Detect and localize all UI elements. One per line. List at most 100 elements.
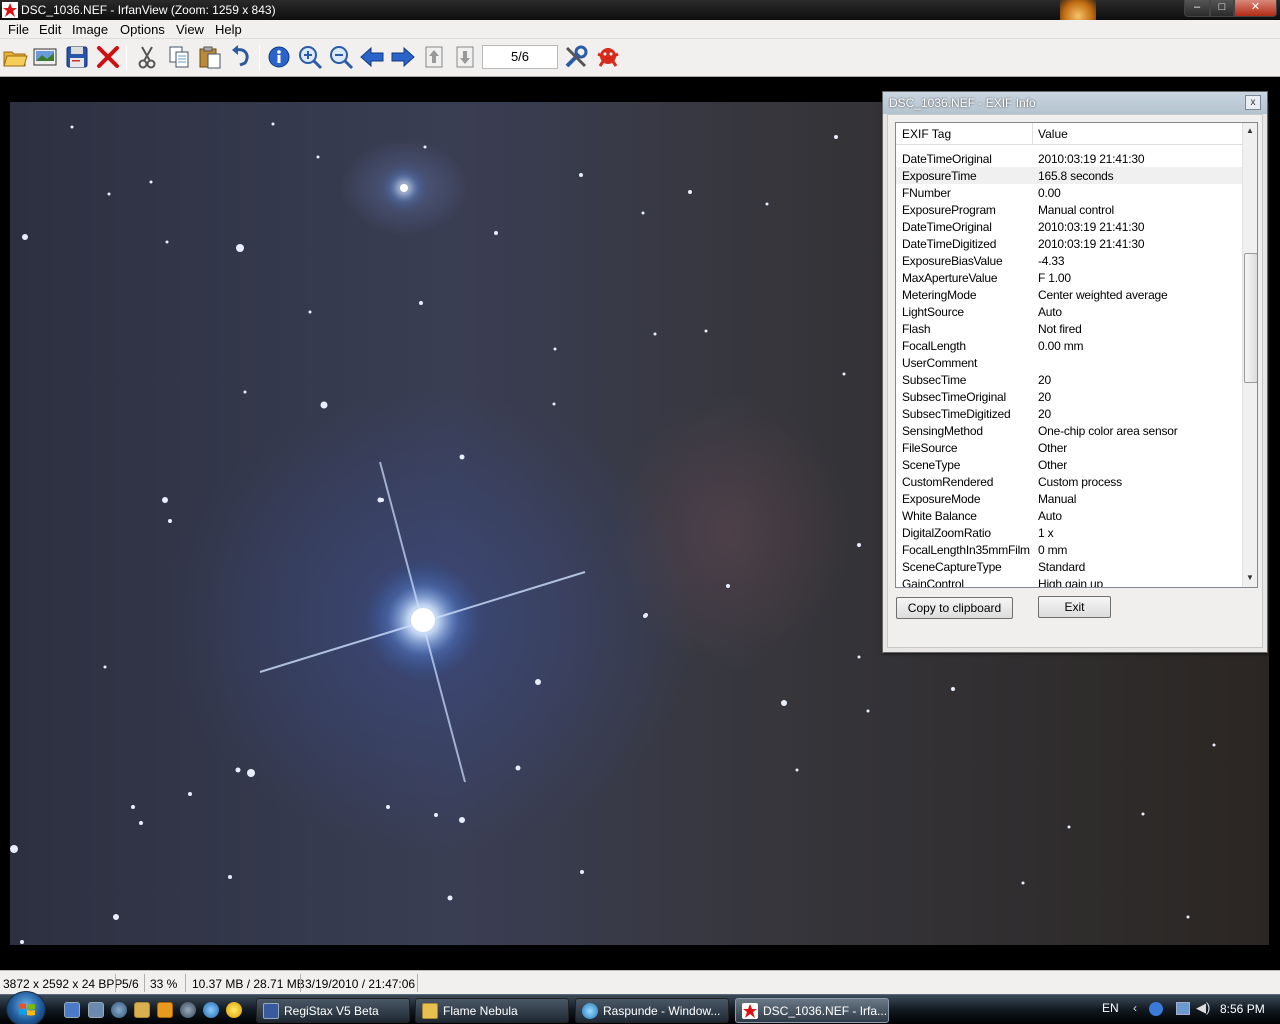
info-icon[interactable] — [266, 44, 292, 70]
quicklaunch-app-icon[interactable] — [180, 1002, 196, 1018]
show-desktop-icon[interactable] — [64, 1002, 80, 1018]
tray-expand-icon[interactable]: ‹ — [1133, 1001, 1137, 1015]
network-icon[interactable] — [1176, 1002, 1190, 1015]
clock[interactable]: 8:56 PM — [1220, 1002, 1265, 1016]
exif-row[interactable]: SceneCaptureType Standard — [896, 558, 1242, 575]
page-indicator-field[interactable]: 5/6 — [482, 45, 558, 69]
messenger-icon[interactable] — [226, 1002, 242, 1018]
exif-row[interactable]: DateTimeDigitized 2010:03:19 21:41:30 — [896, 235, 1242, 252]
scroll-down-icon[interactable]: ▼ — [1246, 573, 1254, 582]
task-label: DSC_1036.NEF - Irfa... — [763, 1004, 888, 1018]
exif-tag-cell: SceneCaptureType — [902, 560, 1002, 574]
exif-row[interactable]: GainControl High gain up — [896, 575, 1242, 587]
media-player-icon[interactable] — [157, 1002, 173, 1018]
taskbar-task-irfanview[interactable]: DSC_1036.NEF - Irfa... — [735, 998, 889, 1023]
mail-icon[interactable] — [134, 1002, 150, 1018]
exif-row[interactable]: FocalLengthIn35mmFilm 0 mm — [896, 541, 1242, 558]
exif-row[interactable]: White Balance Auto — [896, 507, 1242, 524]
paste-icon[interactable] — [197, 44, 223, 70]
scrollbar-thumb[interactable] — [1244, 253, 1257, 383]
exif-row[interactable]: UserComment — [896, 354, 1242, 371]
start-button[interactable] — [6, 991, 46, 1024]
exif-row[interactable]: MaxApertureValue F 1.00 — [896, 269, 1242, 286]
scroll-up-icon[interactable]: ▲ — [1246, 126, 1254, 135]
exif-row[interactable]: ExposureProgram Manual control — [896, 201, 1242, 218]
window-title: DSC_1036.NEF - IrfanView (Zoom: 1259 x 8… — [21, 3, 276, 17]
exif-row[interactable]: SensingMethod One-chip color area sensor — [896, 422, 1242, 439]
exit-button[interactable]: Exit — [1038, 596, 1111, 618]
exif-value-cell: Center weighted average — [1038, 288, 1168, 302]
language-indicator[interactable]: EN — [1102, 1001, 1119, 1024]
zoom-in-icon[interactable] — [297, 44, 323, 70]
zoom-out-icon[interactable] — [328, 44, 354, 70]
exif-tag-cell: UserComment — [902, 356, 978, 370]
cut-icon[interactable] — [134, 44, 160, 70]
tray-app-icon[interactable] — [1149, 1002, 1163, 1016]
minimize-button[interactable]: – — [1184, 0, 1210, 17]
exif-row[interactable]: SubsecTimeOriginal 20 — [896, 388, 1242, 405]
exif-tag-cell: FocalLength — [902, 339, 966, 353]
dialog-close-button[interactable]: x — [1245, 95, 1261, 110]
copy-icon[interactable] — [166, 44, 192, 70]
taskbar-task-flame-nebula[interactable]: Flame Nebula — [415, 998, 569, 1023]
registax-icon — [263, 1003, 279, 1019]
taskbar-task-raspunde[interactable]: Raspunde - Window... — [575, 998, 729, 1023]
exif-row[interactable]: FNumber 0.00 — [896, 184, 1242, 201]
internet-explorer-icon[interactable] — [203, 1002, 219, 1018]
thumbnails-icon[interactable] — [32, 44, 58, 70]
exif-row[interactable]: DigitalZoomRatio 1 x — [896, 524, 1242, 541]
menu-bar: File Edit Image Options View Help — [0, 20, 1280, 39]
exit-icon[interactable] — [595, 44, 621, 70]
exif-row[interactable]: DateTimeOriginal 2010:03:19 21:41:30 — [896, 150, 1242, 167]
column-header-value[interactable]: Value — [1038, 127, 1068, 141]
undo-icon[interactable] — [228, 44, 254, 70]
exif-row[interactable]: Flash Not fired — [896, 320, 1242, 337]
first-page-icon[interactable] — [421, 44, 447, 70]
exif-row[interactable]: LightSource Auto — [896, 303, 1242, 320]
exif-list-scrollbar[interactable]: ▲ ▼ — [1242, 123, 1257, 587]
settings-icon[interactable] — [563, 44, 589, 70]
copy-to-clipboard-button[interactable]: Copy to clipboard — [896, 597, 1013, 619]
menu-edit[interactable]: Edit — [39, 22, 61, 37]
status-divider — [417, 974, 418, 992]
exif-row[interactable]: ExposureBiasValue -4.33 — [896, 252, 1242, 269]
delete-icon[interactable] — [95, 44, 121, 70]
exif-value-cell: 165.8 seconds — [1038, 169, 1114, 183]
save-icon[interactable] — [64, 44, 90, 70]
exif-row[interactable]: ExposureTime 165.8 seconds — [896, 167, 1242, 184]
exif-value-cell: 20 — [1038, 407, 1051, 421]
maximize-button[interactable]: □ — [1210, 0, 1234, 17]
taskbar-task-registax[interactable]: RegiStax V5 Beta — [256, 998, 410, 1023]
exif-row[interactable]: SubsecTime 20 — [896, 371, 1242, 388]
exif-value-cell: -4.33 — [1038, 254, 1065, 268]
switch-windows-icon[interactable] — [88, 1002, 104, 1018]
exif-row[interactable]: SubsecTimeDigitized 20 — [896, 405, 1242, 422]
status-divider — [185, 974, 186, 992]
menu-view[interactable]: View — [176, 22, 204, 37]
menu-file[interactable]: File — [8, 22, 29, 37]
volume-icon[interactable]: ◀) — [1196, 1000, 1210, 1016]
exif-row[interactable]: ExposureMode Manual — [896, 490, 1242, 507]
column-header-exif-tag[interactable]: EXIF Tag — [902, 127, 951, 141]
exif-row[interactable]: FocalLength 0.00 mm — [896, 337, 1242, 354]
open-folder-icon[interactable] — [2, 44, 28, 70]
quicklaunch-app-icon[interactable] — [111, 1002, 127, 1018]
exif-row[interactable]: SceneType Other — [896, 456, 1242, 473]
dialog-title-bar[interactable]: DSC_1036.NEF - EXIF Info x — [883, 92, 1267, 114]
exif-tag-cell: LightSource — [902, 305, 964, 319]
close-button[interactable]: ✕ — [1234, 0, 1277, 17]
last-page-icon[interactable] — [452, 44, 478, 70]
exif-info-dialog: DSC_1036.NEF - EXIF Info x EXIF Tag Valu… — [882, 91, 1268, 653]
menu-image[interactable]: Image — [72, 22, 108, 37]
exif-row[interactable]: CustomRendered Custom process — [896, 473, 1242, 490]
next-icon[interactable] — [390, 44, 416, 70]
menu-options[interactable]: Options — [120, 22, 165, 37]
exif-value-cell: Not fired — [1038, 322, 1082, 336]
exif-list-view[interactable]: EXIF Tag Value DateTimeOriginal 2010:03:1… — [895, 122, 1258, 588]
previous-icon[interactable] — [359, 44, 385, 70]
menu-help[interactable]: Help — [215, 22, 242, 37]
exif-row[interactable]: FileSource Other — [896, 439, 1242, 456]
exif-row[interactable]: DateTimeOriginal 2010:03:19 21:41:30 — [896, 218, 1242, 235]
column-divider[interactable] — [1032, 123, 1033, 145]
exif-row[interactable]: MeteringMode Center weighted average — [896, 286, 1242, 303]
